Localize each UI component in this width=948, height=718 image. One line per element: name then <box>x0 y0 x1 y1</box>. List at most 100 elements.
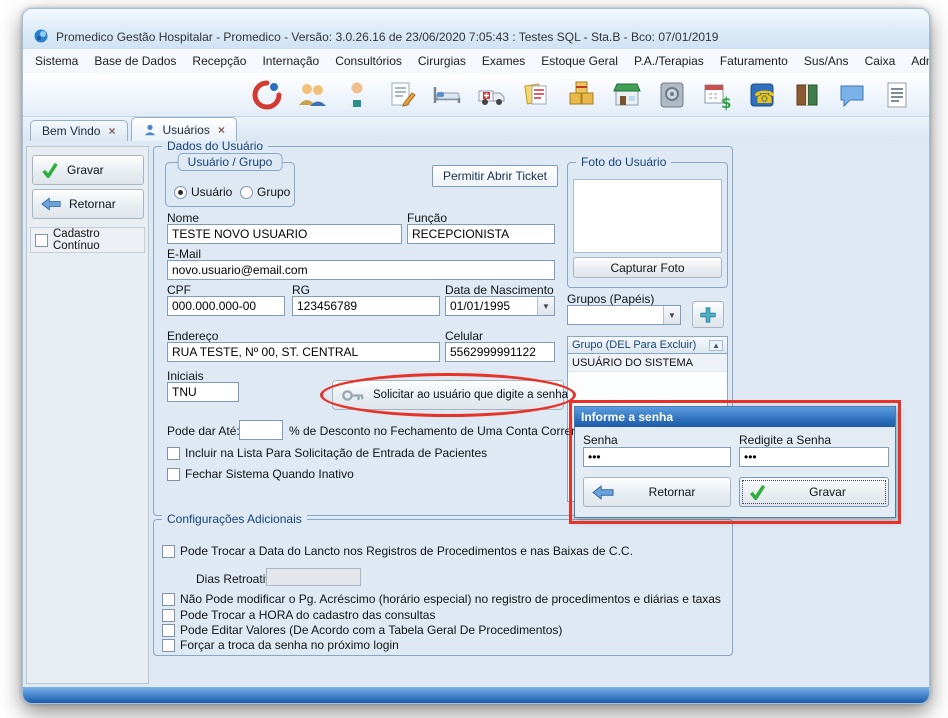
menu-consultorios[interactable]: Consultórios <box>335 54 402 68</box>
medical-notes-icon[interactable] <box>386 79 418 111</box>
menu-cirurgias[interactable]: Cirurgias <box>418 54 466 68</box>
incluir-lista-label: Incluir na Lista Para Solicitação de Ent… <box>185 446 487 460</box>
ambulance-icon[interactable] <box>476 79 508 111</box>
permitir-abrir-ticket-label: Permitir Abrir Ticket <box>443 169 547 183</box>
radio-button-checked[interactable] <box>174 186 187 199</box>
phone-directory-icon[interactable]: ☎ <box>746 79 778 111</box>
forcar-troca-senha-checkbox[interactable]: Forçar a troca da senha no próximo login <box>162 638 399 652</box>
desconto-input[interactable] <box>239 420 283 440</box>
checkbox[interactable] <box>162 593 175 606</box>
fechar-sistema-checkbox[interactable]: Fechar Sistema Quando Inativo <box>167 467 354 481</box>
radio-grupo[interactable]: Grupo <box>240 185 290 199</box>
endereco-label: Endereço <box>167 329 218 343</box>
incluir-lista-checkbox[interactable]: Incluir na Lista Para Solicitação de Ent… <box>167 446 487 460</box>
redigite-senha-label: Redigite a Senha <box>739 433 831 447</box>
doctor-icon[interactable] <box>341 79 373 111</box>
pg-acrescimo-checkbox[interactable]: Não Pode modificar o Pg. Acréscimo (horá… <box>162 592 721 606</box>
menu-exames[interactable]: Exames <box>482 54 525 68</box>
checkbox[interactable] <box>167 447 180 460</box>
close-icon[interactable]: × <box>108 124 115 138</box>
dialog-retornar-button[interactable]: Retornar <box>583 477 731 507</box>
menu-pa-terapias[interactable]: P.A./Terapias <box>634 54 704 68</box>
menu-base-de-dados[interactable]: Base de Dados <box>94 54 176 68</box>
menu-sistema[interactable]: Sistema <box>35 54 78 68</box>
title-bar[interactable]: Promedico Gestão Hospitalar - Promedico … <box>23 9 929 49</box>
checkbox[interactable] <box>167 468 180 481</box>
tab-usuarios[interactable]: Usuários × <box>131 117 237 141</box>
grupo-grid-row[interactable]: USUÁRIO DO SISTEMA <box>568 354 727 372</box>
tab-usuarios-label: Usuários <box>163 123 210 137</box>
cadastro-continuo-checkbox[interactable]: Cadastro Contínuo <box>30 227 145 253</box>
informe-senha-dialog: Informe a senha Senha Redigite a Senha R… <box>574 406 896 518</box>
data-nascimento-combo[interactable]: 01/01/1995 ▼ <box>445 296 555 316</box>
content-area: Gravar Retornar Cadastro Contínuo Dados … <box>23 141 929 687</box>
logo-icon[interactable] <box>251 79 283 111</box>
trocar-hora-checkbox[interactable]: Pode Trocar a HORA do cadastro das consu… <box>162 608 435 622</box>
pg-acrescimo-label: Não Pode modificar o Pg. Acréscimo (horá… <box>180 592 721 606</box>
dialog-gravar-button[interactable]: Gravar <box>739 477 889 507</box>
menu-estoque-geral[interactable]: Estoque Geral <box>541 54 618 68</box>
nome-input[interactable] <box>167 224 402 244</box>
dias-retroativos-input[interactable] <box>266 568 361 586</box>
permitir-abrir-ticket-button[interactable]: Permitir Abrir Ticket <box>432 165 558 187</box>
tab-bem-vindo-label: Bem Vindo <box>42 124 100 138</box>
cpf-label: CPF <box>167 283 191 297</box>
menu-recepcao[interactable]: Recepção <box>192 54 246 68</box>
chevron-down-icon[interactable]: ▼ <box>537 297 554 315</box>
left-action-panel: Gravar Retornar Cadastro Contínuo <box>26 146 149 684</box>
billing-calendar-icon[interactable]: $ <box>701 79 733 111</box>
iniciais-label: Iniciais <box>167 369 204 383</box>
trocar-data-lancto-label: Pode Trocar a Data do Lancto nos Registr… <box>180 544 633 558</box>
trocar-data-lancto-checkbox[interactable]: Pode Trocar a Data do Lancto nos Registr… <box>162 544 633 558</box>
funcao-input[interactable] <box>407 224 555 244</box>
checkbox[interactable] <box>35 234 48 247</box>
report-icon[interactable] <box>881 79 913 111</box>
endereco-input[interactable] <box>167 342 440 362</box>
add-group-button[interactable] <box>692 301 724 328</box>
radio-usuario[interactable]: Usuário <box>174 185 232 199</box>
capturar-foto-button[interactable]: Capturar Foto <box>573 257 722 278</box>
chat-icon[interactable] <box>836 79 868 111</box>
menu-faturamento[interactable]: Faturamento <box>720 54 788 68</box>
data-nascimento-label: Data de Nascimento <box>445 283 554 297</box>
iniciais-input[interactable] <box>167 382 239 402</box>
senha-input[interactable] <box>583 447 731 467</box>
checkbox[interactable] <box>162 624 175 637</box>
radio-usuario-label: Usuário <box>191 185 232 199</box>
window-title: Promedico Gestão Hospitalar - Promedico … <box>56 30 718 44</box>
email-input[interactable] <box>167 260 555 280</box>
solicitar-senha-button[interactable]: Solicitar ao usuário que digite a senha <box>332 380 564 410</box>
library-book-icon[interactable] <box>791 79 823 111</box>
chevron-down-icon[interactable]: ▼ <box>663 306 680 324</box>
retornar-button[interactable]: Retornar <box>32 189 144 219</box>
menu-caixa[interactable]: Caixa <box>865 54 896 68</box>
reception-people-icon[interactable] <box>296 79 328 111</box>
documents-icon[interactable] <box>521 79 553 111</box>
arrow-left-icon <box>41 197 61 211</box>
stock-boxes-icon[interactable] <box>566 79 598 111</box>
safe-icon[interactable] <box>656 79 688 111</box>
dialog-gravar-label: Gravar <box>775 485 880 499</box>
grupo-grid-header[interactable]: Grupo (DEL Para Excluir) ▲ <box>567 336 728 354</box>
rg-input[interactable] <box>292 296 440 316</box>
sort-asc-icon[interactable]: ▲ <box>709 340 723 351</box>
cpf-input[interactable] <box>167 296 285 316</box>
desconto-suffix-label: % de Desconto no Fechamento de Uma Conta… <box>289 424 588 438</box>
dialog-title-bar[interactable]: Informe a senha <box>575 407 895 427</box>
menu-administracao[interactable]: Administração <box>911 54 929 68</box>
market-icon[interactable] <box>611 79 643 111</box>
checkbox[interactable] <box>162 639 175 652</box>
tab-bem-vindo[interactable]: Bem Vindo × <box>30 120 128 141</box>
checkbox[interactable] <box>162 545 175 558</box>
gravar-button[interactable]: Gravar <box>32 155 144 185</box>
grupos-papeis-combo[interactable]: ▼ <box>567 305 681 325</box>
radio-button[interactable] <box>240 186 253 199</box>
redigite-senha-input[interactable] <box>739 447 889 467</box>
editar-valores-checkbox[interactable]: Pode Editar Valores (De Acordo com a Tab… <box>162 623 562 637</box>
celular-input[interactable] <box>445 342 555 362</box>
checkbox[interactable] <box>162 609 175 622</box>
menu-internacao[interactable]: Internação <box>262 54 319 68</box>
hospital-bed-icon[interactable] <box>431 79 463 111</box>
menu-sus-ans[interactable]: Sus/Ans <box>804 54 849 68</box>
close-icon[interactable]: × <box>218 123 225 137</box>
